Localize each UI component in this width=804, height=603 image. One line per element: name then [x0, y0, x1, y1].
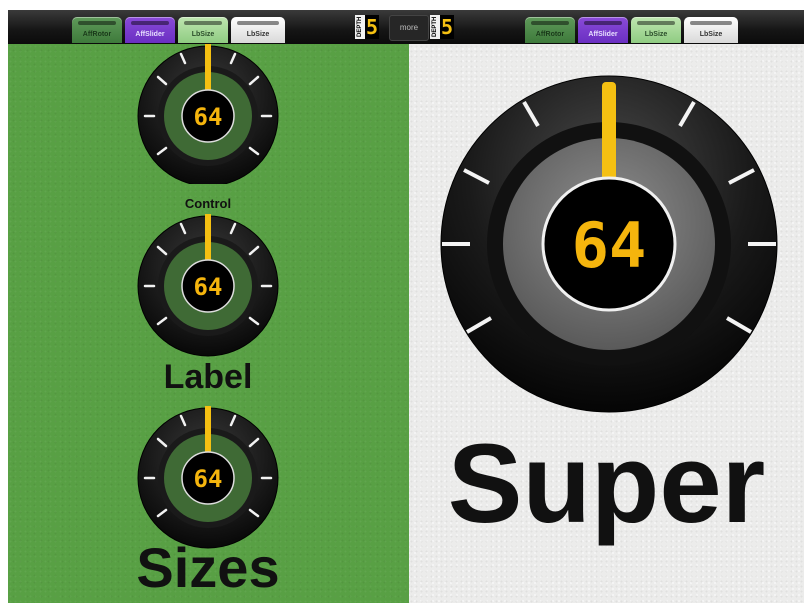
- counter-label: DEPTH: [355, 15, 365, 39]
- left-panel: 64 Control 64 Label 64 Sizes: [8, 44, 409, 603]
- tab-lbsize-left[interactable]: LbSize: [178, 17, 228, 43]
- more-button[interactable]: more: [389, 15, 429, 41]
- rotary-knob-super[interactable]: 64: [439, 68, 779, 414]
- tab-label: LbSize: [644, 31, 668, 38]
- knob-value: 64: [572, 209, 647, 282]
- tab-affrotor-left[interactable]: AffRotor: [72, 17, 122, 43]
- knob-caption-super: Super: [447, 421, 766, 546]
- tab-label: AffSlider: [135, 31, 165, 38]
- right-panel: 64 Super: [409, 44, 804, 603]
- depth-counter-left: DEPTH 5: [355, 14, 379, 40]
- rotary-knob-1[interactable]: 64: [136, 44, 280, 184]
- knob-caption-sizes: Sizes: [136, 536, 280, 599]
- tab-label: LbSize: [699, 31, 723, 38]
- depth-counter-right: DEPTH 5: [430, 14, 454, 40]
- tab-label: LbSize: [246, 31, 270, 38]
- value-indicator: [205, 406, 211, 454]
- tab-label: AffRotor: [82, 31, 112, 38]
- knob-caption-control: Control: [184, 196, 232, 211]
- value-indicator: [602, 82, 616, 190]
- tab-affslider-right[interactable]: AffSlider: [578, 17, 628, 43]
- tab-label: LbSize: [191, 31, 215, 38]
- tab-lbsize-active-left[interactable]: LbSize: [231, 17, 285, 43]
- counter-label: DEPTH: [430, 15, 440, 39]
- knob-value: 64: [194, 103, 223, 131]
- rotary-knob-3[interactable]: 64: [136, 406, 280, 550]
- app-frame: AffRotor AffSlider LbSize LbSize DEPTH 5…: [8, 10, 804, 603]
- knob-value: 64: [194, 465, 223, 493]
- rotary-knob-2[interactable]: 64: [136, 214, 280, 358]
- counter-value: 5: [440, 15, 454, 39]
- tab-label: AffSlider: [588, 31, 618, 38]
- tab-bar: AffRotor AffSlider LbSize LbSize DEPTH 5…: [8, 10, 804, 44]
- tab-label: AffRotor: [535, 31, 565, 38]
- tab-affslider-left[interactable]: AffSlider: [125, 17, 175, 43]
- knob-value: 64: [194, 273, 223, 301]
- tab-lbsize-right[interactable]: LbSize: [631, 17, 681, 43]
- tab-lbsize-active-right[interactable]: LbSize: [684, 17, 738, 43]
- knob-caption-label: Label: [163, 358, 253, 396]
- counter-value: 5: [365, 15, 379, 39]
- value-indicator: [205, 44, 211, 94]
- tab-affrotor-right[interactable]: AffRotor: [525, 17, 575, 43]
- value-indicator: [205, 214, 211, 262]
